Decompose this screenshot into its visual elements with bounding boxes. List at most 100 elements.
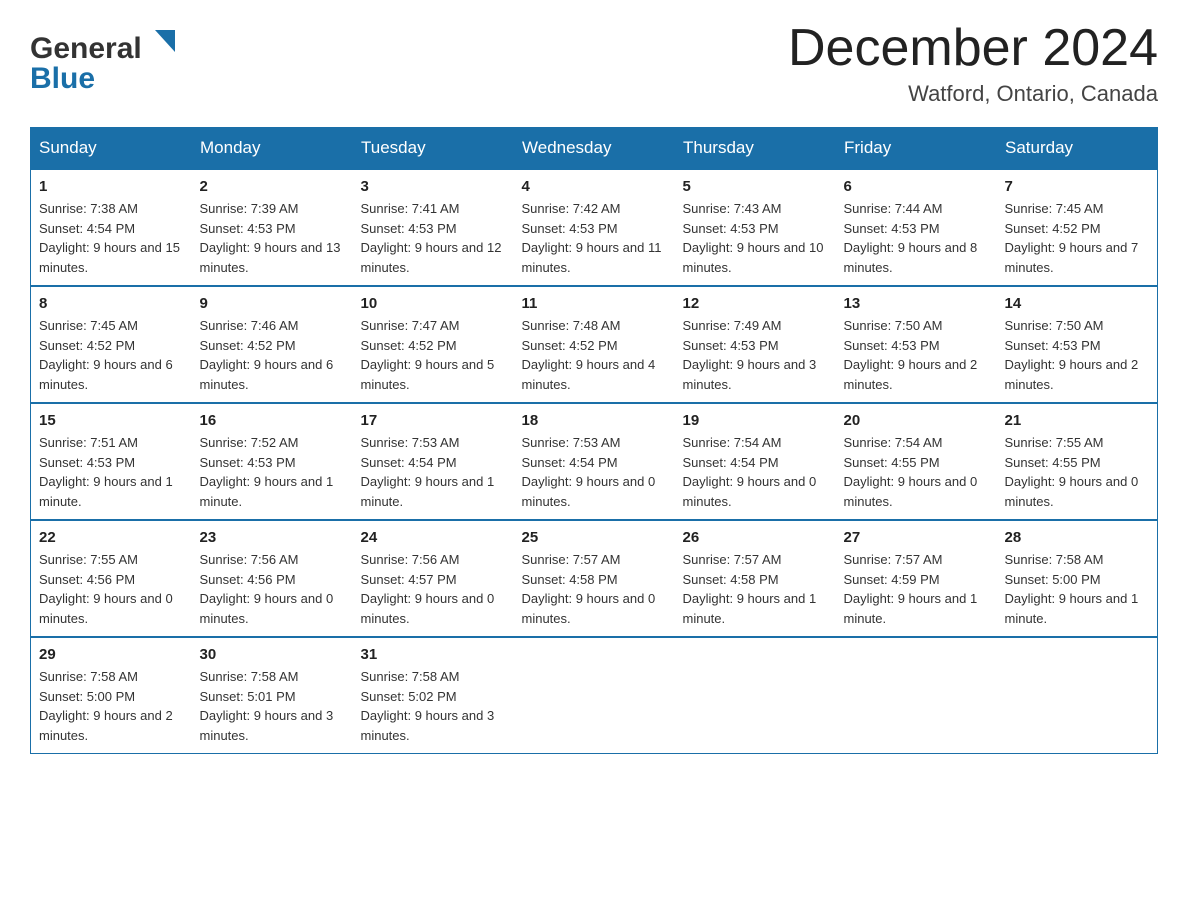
table-row [514,637,675,754]
table-row: 25 Sunrise: 7:57 AM Sunset: 4:58 PM Dayl… [514,520,675,637]
day-info: Sunrise: 7:58 AM Sunset: 5:00 PM Dayligh… [39,667,184,745]
table-row: 11 Sunrise: 7:48 AM Sunset: 4:52 PM Dayl… [514,286,675,403]
day-number: 26 [683,529,828,546]
calendar-header-row: Sunday Monday Tuesday Wednesday Thursday… [31,128,1158,170]
day-info: Sunrise: 7:58 AM Sunset: 5:01 PM Dayligh… [200,667,345,745]
calendar-week-row: 8 Sunrise: 7:45 AM Sunset: 4:52 PM Dayli… [31,286,1158,403]
day-info: Sunrise: 7:43 AM Sunset: 4:53 PM Dayligh… [683,199,828,277]
page-title: December 2024 [788,20,1158,77]
day-number: 19 [683,412,828,429]
table-row: 28 Sunrise: 7:58 AM Sunset: 5:00 PM Dayl… [997,520,1158,637]
table-row: 24 Sunrise: 7:56 AM Sunset: 4:57 PM Dayl… [353,520,514,637]
header-wednesday: Wednesday [514,128,675,170]
table-row: 3 Sunrise: 7:41 AM Sunset: 4:53 PM Dayli… [353,169,514,286]
table-row: 6 Sunrise: 7:44 AM Sunset: 4:53 PM Dayli… [836,169,997,286]
table-row: 17 Sunrise: 7:53 AM Sunset: 4:54 PM Dayl… [353,403,514,520]
title-block: December 2024 Watford, Ontario, Canada [788,20,1158,107]
table-row: 19 Sunrise: 7:54 AM Sunset: 4:54 PM Dayl… [675,403,836,520]
logo: General Blue [30,20,205,95]
day-number: 15 [39,412,184,429]
day-info: Sunrise: 7:45 AM Sunset: 4:52 PM Dayligh… [39,316,184,394]
table-row: 12 Sunrise: 7:49 AM Sunset: 4:53 PM Dayl… [675,286,836,403]
page-header: General Blue December 2024 Watford, Onta… [30,20,1158,107]
table-row: 9 Sunrise: 7:46 AM Sunset: 4:52 PM Dayli… [192,286,353,403]
day-number: 1 [39,178,184,195]
day-number: 27 [844,529,989,546]
day-number: 22 [39,529,184,546]
table-row: 13 Sunrise: 7:50 AM Sunset: 4:53 PM Dayl… [836,286,997,403]
day-number: 17 [361,412,506,429]
generalblue-logo: General Blue [30,20,205,95]
day-number: 6 [844,178,989,195]
day-info: Sunrise: 7:55 AM Sunset: 4:55 PM Dayligh… [1005,433,1150,511]
page-subtitle: Watford, Ontario, Canada [788,81,1158,107]
header-saturday: Saturday [997,128,1158,170]
day-info: Sunrise: 7:58 AM Sunset: 5:02 PM Dayligh… [361,667,506,745]
header-tuesday: Tuesday [353,128,514,170]
header-sunday: Sunday [31,128,192,170]
table-row: 16 Sunrise: 7:52 AM Sunset: 4:53 PM Dayl… [192,403,353,520]
day-info: Sunrise: 7:46 AM Sunset: 4:52 PM Dayligh… [200,316,345,394]
day-info: Sunrise: 7:39 AM Sunset: 4:53 PM Dayligh… [200,199,345,277]
day-number: 14 [1005,295,1150,312]
day-info: Sunrise: 7:53 AM Sunset: 4:54 PM Dayligh… [361,433,506,511]
table-row: 8 Sunrise: 7:45 AM Sunset: 4:52 PM Dayli… [31,286,192,403]
day-number: 13 [844,295,989,312]
table-row: 26 Sunrise: 7:57 AM Sunset: 4:58 PM Dayl… [675,520,836,637]
calendar-week-row: 1 Sunrise: 7:38 AM Sunset: 4:54 PM Dayli… [31,169,1158,286]
day-number: 4 [522,178,667,195]
table-row: 2 Sunrise: 7:39 AM Sunset: 4:53 PM Dayli… [192,169,353,286]
calendar-week-row: 29 Sunrise: 7:58 AM Sunset: 5:00 PM Dayl… [31,637,1158,754]
day-number: 20 [844,412,989,429]
table-row: 4 Sunrise: 7:42 AM Sunset: 4:53 PM Dayli… [514,169,675,286]
table-row: 30 Sunrise: 7:58 AM Sunset: 5:01 PM Dayl… [192,637,353,754]
calendar-week-row: 22 Sunrise: 7:55 AM Sunset: 4:56 PM Dayl… [31,520,1158,637]
day-info: Sunrise: 7:53 AM Sunset: 4:54 PM Dayligh… [522,433,667,511]
table-row: 10 Sunrise: 7:47 AM Sunset: 4:52 PM Dayl… [353,286,514,403]
day-info: Sunrise: 7:45 AM Sunset: 4:52 PM Dayligh… [1005,199,1150,277]
table-row [675,637,836,754]
day-number: 3 [361,178,506,195]
svg-text:General: General [30,32,142,65]
day-number: 10 [361,295,506,312]
day-info: Sunrise: 7:57 AM Sunset: 4:58 PM Dayligh… [683,550,828,628]
day-info: Sunrise: 7:56 AM Sunset: 4:56 PM Dayligh… [200,550,345,628]
table-row: 27 Sunrise: 7:57 AM Sunset: 4:59 PM Dayl… [836,520,997,637]
day-info: Sunrise: 7:54 AM Sunset: 4:54 PM Dayligh… [683,433,828,511]
day-number: 8 [39,295,184,312]
day-info: Sunrise: 7:51 AM Sunset: 4:53 PM Dayligh… [39,433,184,511]
day-number: 11 [522,295,667,312]
day-info: Sunrise: 7:41 AM Sunset: 4:53 PM Dayligh… [361,199,506,277]
day-number: 23 [200,529,345,546]
day-info: Sunrise: 7:57 AM Sunset: 4:58 PM Dayligh… [522,550,667,628]
day-number: 9 [200,295,345,312]
table-row: 23 Sunrise: 7:56 AM Sunset: 4:56 PM Dayl… [192,520,353,637]
day-info: Sunrise: 7:42 AM Sunset: 4:53 PM Dayligh… [522,199,667,277]
table-row: 20 Sunrise: 7:54 AM Sunset: 4:55 PM Dayl… [836,403,997,520]
day-info: Sunrise: 7:57 AM Sunset: 4:59 PM Dayligh… [844,550,989,628]
day-number: 5 [683,178,828,195]
table-row [836,637,997,754]
day-number: 31 [361,646,506,663]
day-number: 21 [1005,412,1150,429]
table-row: 1 Sunrise: 7:38 AM Sunset: 4:54 PM Dayli… [31,169,192,286]
table-row: 14 Sunrise: 7:50 AM Sunset: 4:53 PM Dayl… [997,286,1158,403]
day-info: Sunrise: 7:50 AM Sunset: 4:53 PM Dayligh… [1005,316,1150,394]
day-info: Sunrise: 7:48 AM Sunset: 4:52 PM Dayligh… [522,316,667,394]
calendar-table: Sunday Monday Tuesday Wednesday Thursday… [30,127,1158,754]
day-info: Sunrise: 7:49 AM Sunset: 4:53 PM Dayligh… [683,316,828,394]
day-info: Sunrise: 7:58 AM Sunset: 5:00 PM Dayligh… [1005,550,1150,628]
table-row: 22 Sunrise: 7:55 AM Sunset: 4:56 PM Dayl… [31,520,192,637]
day-info: Sunrise: 7:56 AM Sunset: 4:57 PM Dayligh… [361,550,506,628]
day-number: 29 [39,646,184,663]
day-info: Sunrise: 7:44 AM Sunset: 4:53 PM Dayligh… [844,199,989,277]
table-row: 29 Sunrise: 7:58 AM Sunset: 5:00 PM Dayl… [31,637,192,754]
day-number: 24 [361,529,506,546]
day-number: 16 [200,412,345,429]
day-info: Sunrise: 7:54 AM Sunset: 4:55 PM Dayligh… [844,433,989,511]
header-friday: Friday [836,128,997,170]
day-info: Sunrise: 7:38 AM Sunset: 4:54 PM Dayligh… [39,199,184,277]
day-number: 30 [200,646,345,663]
day-number: 25 [522,529,667,546]
day-number: 28 [1005,529,1150,546]
